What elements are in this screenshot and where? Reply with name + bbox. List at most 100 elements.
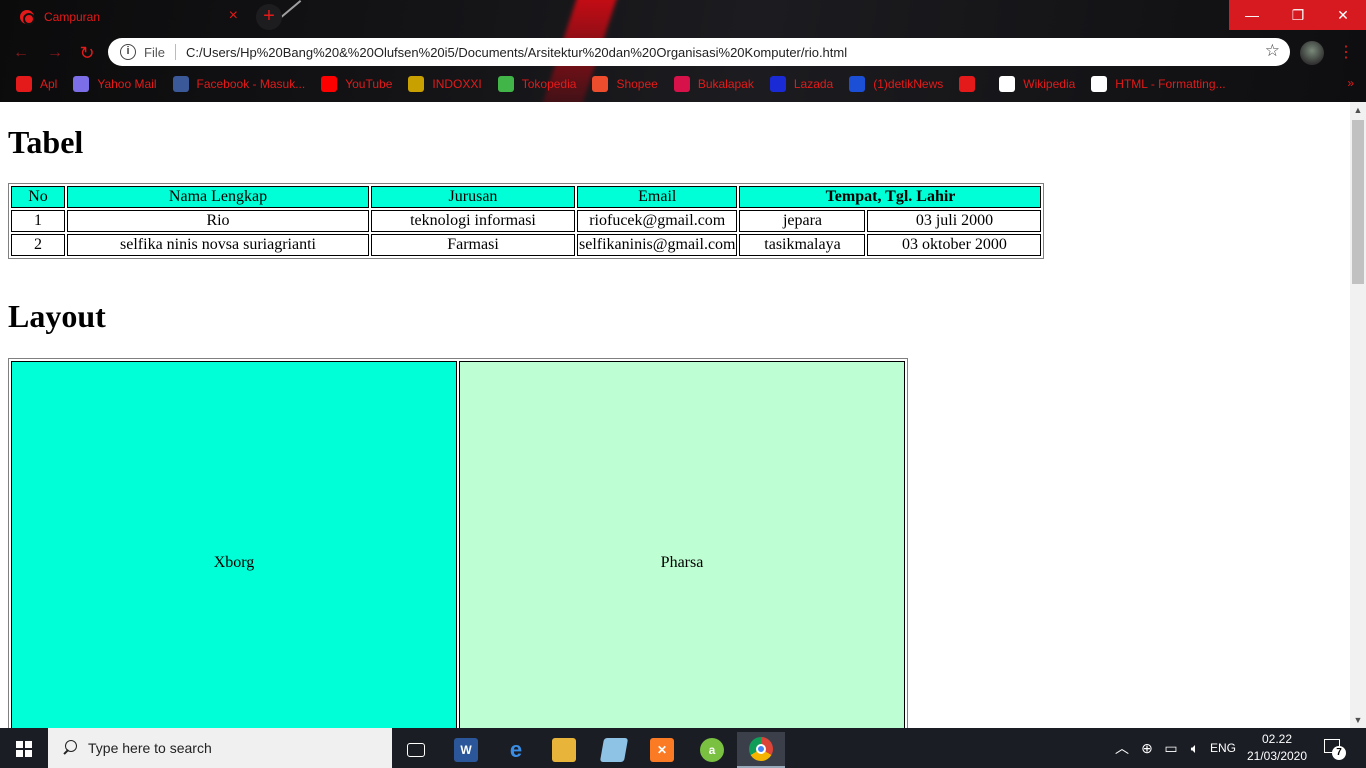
bookmark-item[interactable]: Yahoo Mail	[73, 76, 157, 92]
file-label: File	[144, 44, 165, 60]
table-row: 2 selfika ninis novsa suriagrianti Farma…	[11, 234, 1042, 256]
bookmark-item[interactable]: YouTube	[321, 76, 392, 92]
mail-icon	[73, 76, 90, 92]
volume-icon[interactable]: 🔈︎	[1184, 728, 1206, 768]
bookmark-item[interactable]	[959, 76, 983, 92]
cell-no: 1	[11, 210, 65, 232]
bookmark-item[interactable]: (1)detikNews	[849, 76, 943, 92]
menu-icon[interactable]: ⋮	[1338, 42, 1354, 62]
maximize-button[interactable]: ❐	[1275, 0, 1321, 30]
taskbar-search-box[interactable]: Type here to search	[48, 728, 392, 768]
back-button[interactable]: ←	[10, 42, 32, 64]
aptana-icon[interactable]: a	[688, 732, 736, 768]
cell-tempat: jepara	[739, 210, 866, 232]
bookmarks-overflow-button[interactable]: »	[1347, 76, 1354, 90]
close-window-button[interactable]: ✕	[1320, 0, 1366, 30]
address-bar[interactable]: i File C:/Users/Hp%20Bang%20&%20Olufsen%…	[108, 38, 1290, 66]
bookmark-label: Lazada	[793, 77, 834, 91]
shopee-icon	[592, 76, 609, 92]
heading-layout: Layout	[8, 298, 106, 334]
header-jurusan: Jurusan	[371, 186, 575, 208]
bookmarks-bar: Apl Yahoo Mail Facebook - Masuk... YouTube I…	[0, 72, 1366, 96]
new-tab-button[interactable]: +	[256, 4, 282, 30]
bookmark-item[interactable]: Wikipedia	[999, 76, 1075, 92]
page-scrollbar[interactable]: ▲ ▼	[1350, 102, 1366, 728]
minimize-button[interactable]: —	[1229, 0, 1275, 30]
detik-icon	[849, 76, 866, 92]
network-globe-icon[interactable]: ⊕	[1136, 728, 1158, 768]
bookmark-item[interactable]: HTML - Formatting...	[1091, 76, 1226, 92]
layout-cell-xborg: Xborg	[11, 361, 457, 728]
cell-nama: Rio	[67, 210, 369, 232]
header-tempat-tgl-lahir: Tempat, Tgl. Lahir	[739, 186, 1042, 208]
bookmark-label: Shopee	[616, 77, 658, 91]
bookmark-label: Bukalapak	[697, 77, 754, 91]
bookmark-item[interactable]: Apl	[16, 76, 57, 92]
lazada-icon	[769, 76, 786, 92]
clock-date: 21/03/2020	[1246, 749, 1308, 763]
bookmark-item[interactable]: Shopee	[592, 76, 658, 92]
chrome-icon[interactable]	[737, 732, 785, 768]
w3-icon	[1091, 76, 1108, 92]
notification-badge: 7	[1332, 746, 1346, 760]
clock[interactable]: 02.22 21/03/2020	[1244, 731, 1310, 765]
url-text[interactable]: C:/Users/Hp%20Bang%20&%20Olufsen%20i5/Do…	[186, 45, 847, 60]
battery-icon[interactable]: ▭	[1160, 728, 1182, 768]
task-view-icon[interactable]	[392, 732, 440, 768]
bookmark-label: Wikipedia	[1023, 77, 1076, 91]
bukalapak-icon	[673, 76, 690, 92]
info-icon[interactable]: i	[120, 44, 136, 60]
cell-email: riofucek@gmail.com	[577, 210, 738, 232]
wikipedia-icon	[999, 76, 1016, 92]
data-table: No Nama Lengkap Jurusan Email Tempat, Tg…	[8, 183, 1045, 259]
bookmark-star-icon[interactable]: ☆	[1265, 41, 1280, 61]
header-no: No	[11, 186, 65, 208]
bookmark-label: INDOXXI	[432, 77, 482, 91]
bookmark-label: Yahoo Mail	[97, 77, 157, 91]
cell-email: selfikaninis@gmail.com	[577, 234, 738, 256]
scroll-up-arrow-icon[interactable]: ▲	[1350, 102, 1366, 118]
clock-time: 02.22	[1261, 732, 1293, 746]
facebook-icon	[172, 76, 189, 92]
notification-center-icon[interactable]: 7	[1322, 736, 1346, 760]
tray-chevron-icon[interactable]: ︿	[1112, 728, 1132, 768]
bookmark-label: Tokopedia	[521, 77, 577, 91]
cell-tanggal: 03 juli 2000	[867, 210, 1042, 232]
tab-campuran[interactable]: Campuran ×	[8, 0, 248, 34]
address-separator	[174, 44, 176, 60]
browser-chrome: Campuran × + — ❐ ✕ ← → ↻ i File C:/Users…	[0, 0, 1366, 102]
bookmark-item[interactable]: Tokopedia	[497, 76, 577, 92]
start-button[interactable]	[0, 728, 48, 768]
notes-icon[interactable]	[590, 732, 638, 768]
tokopedia-icon	[497, 76, 514, 92]
bookmark-item[interactable]: Lazada	[769, 76, 834, 92]
layout-cell-pharsa: Pharsa	[459, 361, 905, 728]
bookmark-item[interactable]: Bukalapak	[673, 76, 754, 92]
bookmark-label: Apl	[40, 77, 58, 91]
forward-button[interactable]: →	[44, 42, 66, 64]
tab-close-icon[interactable]: ×	[229, 8, 238, 24]
scrollbar-thumb[interactable]	[1352, 120, 1364, 284]
scroll-down-arrow-icon[interactable]: ▼	[1350, 712, 1366, 728]
youtube-icon	[321, 76, 338, 92]
profile-avatar[interactable]	[1300, 41, 1324, 65]
heading-tabel: Tabel	[8, 124, 84, 160]
bookmark-item[interactable]: Facebook - Masuk...	[172, 76, 305, 92]
cell-jurusan: Farmasi	[371, 234, 575, 256]
word-icon[interactable]: W	[442, 732, 490, 768]
language-indicator[interactable]: ENG	[1208, 728, 1238, 768]
tab-title: Campuran	[44, 10, 101, 24]
layout-table: Xborg Pharsa	[8, 358, 908, 728]
file-explorer-icon[interactable]	[540, 732, 588, 768]
cell-tempat: tasikmalaya	[739, 234, 866, 256]
bookmark-item[interactable]: INDOXXI	[408, 76, 482, 92]
windows-logo-icon	[16, 741, 32, 757]
xampp-icon[interactable]: ✕	[638, 732, 686, 768]
table-row: 1 Rio teknologi informasi riofucek@gmail…	[11, 210, 1042, 232]
search-placeholder: Type here to search	[88, 740, 212, 756]
reload-button[interactable]: ↻	[76, 42, 98, 64]
bookmark-label: HTML - Formatting...	[1115, 77, 1226, 91]
edge-icon[interactable]: e	[492, 732, 540, 768]
indoxxi-icon	[408, 76, 425, 92]
search-icon	[62, 740, 78, 756]
